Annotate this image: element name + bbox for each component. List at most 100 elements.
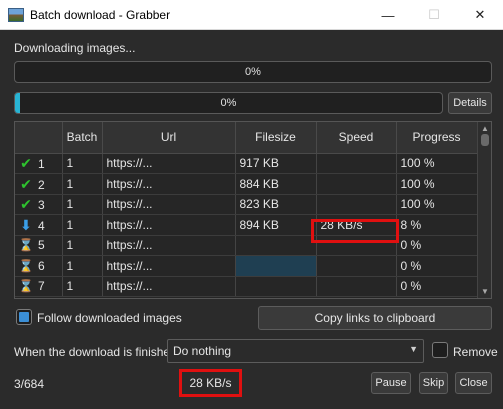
cell-batch: 1 [62, 255, 103, 277]
overall-progress-text: 0% [245, 66, 261, 78]
check-icon: ✔ [20, 196, 32, 213]
cell-url: https://... [102, 173, 236, 195]
cell-speed: 28 KB/s [316, 214, 397, 236]
cell-url: https://... [102, 276, 236, 297]
table-row[interactable]: ✔ 1 1 https://... 917 KB 100 % [15, 153, 478, 174]
hourglass-icon: ⌛ [18, 279, 34, 294]
cell-batch: 1 [62, 276, 103, 297]
close-button[interactable]: Close [455, 372, 492, 394]
cell-url: https://... [102, 214, 236, 236]
total-speed: 28 KB/s [179, 369, 242, 397]
when-finished-select[interactable]: Do nothing ▼ [167, 339, 424, 363]
table-row[interactable]: ⌛ 7 1 https://... 0 % [15, 276, 478, 297]
cell-speed [316, 153, 397, 174]
cell-batch: 1 [62, 173, 103, 195]
cell-batch: 1 [62, 153, 103, 174]
row-status-cell: ⌛ 7 [15, 276, 63, 297]
maximize-icon: ☐ [428, 7, 440, 22]
cell-filesize [235, 276, 317, 297]
current-progress-bar: 0% [14, 92, 443, 114]
cell-speed [316, 194, 397, 215]
cell-progress: 100 % [396, 153, 478, 174]
cell-progress: 100 % [396, 194, 478, 215]
cell-progress: 0 % [396, 235, 478, 256]
column-header-progress[interactable]: Progress [396, 122, 478, 154]
cell-filesize [235, 235, 317, 256]
cell-progress: 100 % [396, 173, 478, 195]
hourglass-icon: ⌛ [18, 258, 34, 273]
column-header-batch[interactable]: Batch [62, 122, 103, 154]
total-speed-value: 28 KB/s [189, 376, 232, 390]
row-status-cell: ⌛ 5 [15, 235, 63, 256]
row-id: 2 [38, 177, 45, 192]
table-vertical-scrollbar[interactable]: ▲ ▼ [477, 122, 491, 298]
scrollbar-thumb[interactable] [481, 134, 489, 146]
when-finished-label: When the download is finished [14, 345, 177, 359]
row-id: 4 [38, 218, 45, 233]
follow-images-label: Follow downloaded images [37, 311, 182, 325]
cell-url: https://... [102, 153, 236, 174]
cell-speed [316, 173, 397, 195]
cell-url: https://... [102, 235, 236, 256]
row-status-cell: ⌛ 6 [15, 255, 63, 277]
cell-speed [316, 276, 397, 297]
cell-url: https://... [102, 194, 236, 215]
table-header-row: Batch Url Filesize Speed Progress [15, 122, 478, 154]
check-icon: ✔ [20, 175, 32, 192]
remove-label: Remove [453, 345, 498, 359]
cell-url: https://... [102, 255, 236, 277]
title-bar: Batch download - Grabber — ☐ ✕ [0, 0, 503, 30]
window-controls: — ☐ ✕ [365, 0, 503, 30]
when-finished-value: Do nothing [173, 344, 232, 358]
close-window-icon[interactable]: ✕ [457, 0, 503, 30]
cell-filesize: 917 KB [235, 153, 317, 174]
cell-progress: 0 % [396, 276, 478, 297]
cell-filesize: 894 KB [235, 214, 317, 236]
row-id: 1 [38, 157, 45, 172]
image-count: 3/684 [14, 377, 45, 391]
hourglass-icon: ⌛ [18, 238, 34, 253]
download-arrow-icon: ⬇ [20, 216, 32, 233]
row-status-cell: ⬇ 4 [15, 214, 63, 236]
pause-button[interactable]: Pause [371, 372, 411, 394]
window-title: Batch download - Grabber [30, 7, 171, 22]
column-header-icon[interactable] [15, 122, 63, 154]
cell-filesize: 823 KB [235, 194, 317, 215]
row-id: 5 [38, 238, 45, 253]
scroll-up-icon[interactable]: ▲ [478, 124, 491, 133]
cell-speed [316, 255, 397, 277]
cell-progress: 8 % [396, 214, 478, 236]
check-icon: ✔ [20, 155, 32, 172]
overall-progress-bar: 0% [14, 61, 492, 83]
details-button[interactable]: Details [448, 92, 492, 114]
cell-batch: 1 [62, 194, 103, 215]
downloads-table[interactable]: Batch Url Filesize Speed Progress ✔ 1 1 htt… [14, 121, 492, 299]
cell-progress: 0 % [396, 255, 478, 277]
cell-filesize: 884 KB [235, 173, 317, 195]
skip-button[interactable]: Skip [419, 372, 448, 394]
table-row[interactable]: ⬇ 4 1 https://... 894 KB 28 KB/s 8 % [15, 214, 478, 236]
current-progress-text: 0% [220, 97, 237, 109]
chevron-down-icon: ▼ [409, 344, 418, 354]
table-row[interactable]: ✔ 2 1 https://... 884 KB 100 % [15, 173, 478, 195]
cell-batch: 1 [62, 214, 103, 236]
cell-speed [316, 235, 397, 256]
column-header-filesize[interactable]: Filesize [235, 122, 317, 154]
follow-images-checkbox[interactable] [16, 309, 32, 325]
row-id: 3 [38, 198, 45, 213]
table-row[interactable]: ⌛ 5 1 https://... 0 % [15, 235, 478, 256]
row-status-cell: ✔ 1 [15, 153, 63, 174]
table-row[interactable]: ⌛ 6 1 https://... 0 % [15, 255, 478, 277]
minimize-icon[interactable]: — [365, 0, 411, 30]
table-row[interactable]: ✔ 3 1 https://... 823 KB 100 % [15, 194, 478, 215]
row-status-cell: ✔ 3 [15, 194, 63, 215]
column-header-url[interactable]: Url [102, 122, 236, 154]
column-header-speed[interactable]: Speed [316, 122, 397, 154]
scroll-down-icon[interactable]: ▼ [478, 287, 491, 296]
cell-batch: 1 [62, 235, 103, 256]
copy-links-button[interactable]: Copy links to clipboard [258, 306, 492, 330]
app-landscape-icon [8, 7, 24, 22]
current-progress-fill [15, 93, 20, 113]
row-id: 6 [38, 258, 45, 273]
remove-checkbox[interactable] [432, 342, 448, 358]
